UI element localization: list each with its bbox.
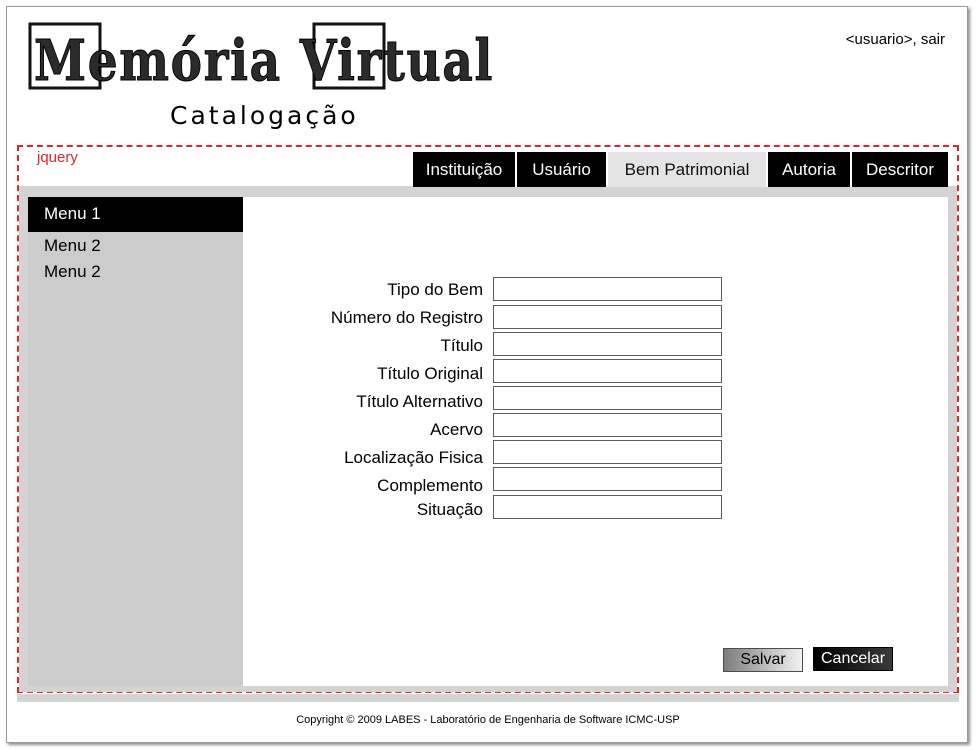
field-label-titulo-alternativo: Título Alternativo bbox=[356, 392, 483, 411]
numero-do-registro-input[interactable] bbox=[493, 305, 722, 329]
user-logout-link[interactable]: <usuario>, sair bbox=[846, 31, 945, 48]
field-label-complemento: Complemento bbox=[377, 476, 483, 495]
bottom-divider-bar bbox=[17, 694, 959, 702]
field-label-acervo: Acervo bbox=[430, 420, 483, 439]
field-label-numero-do-registro: Número do Registro bbox=[330, 308, 483, 327]
field-label-titulo-original: Título Original bbox=[377, 364, 483, 383]
footer-copyright: Copyright © 2009 LABES - Laboratório de … bbox=[296, 714, 680, 726]
region-annotation-label: jquery bbox=[37, 149, 78, 166]
tab-autoria[interactable]: Autoria bbox=[768, 152, 852, 187]
titulo-input[interactable] bbox=[493, 332, 722, 356]
tipo-do-bem-input[interactable] bbox=[493, 277, 722, 301]
field-label-titulo: Título bbox=[440, 336, 483, 355]
tab-descritor[interactable]: Descritor bbox=[852, 152, 948, 187]
titulo-alternativo-input[interactable] bbox=[493, 386, 722, 410]
main-tabs: Instituição Usuário Bem Patrimonial Auto… bbox=[413, 152, 948, 187]
tab-bem-patrimonial[interactable]: Bem Patrimonial bbox=[608, 152, 768, 187]
localizacao-fisica-input[interactable] bbox=[493, 440, 722, 464]
titulo-original-input[interactable] bbox=[493, 359, 722, 383]
tab-usuario[interactable]: Usuário bbox=[517, 152, 608, 187]
field-label-situacao: Situação bbox=[416, 500, 483, 519]
sidebar-item-menu-2[interactable]: Menu 2 bbox=[44, 236, 101, 256]
acervo-input[interactable] bbox=[493, 413, 722, 437]
save-button[interactable]: Salvar bbox=[723, 648, 803, 672]
situacao-input[interactable] bbox=[493, 495, 722, 519]
field-label-localizacao-fisica: Localização Fisica bbox=[344, 448, 483, 467]
sidebar-item-menu-1[interactable]: Menu 1 bbox=[28, 197, 243, 232]
sidebar-item-menu-2b[interactable]: Menu 2 bbox=[44, 262, 101, 282]
field-label-tipo-do-bem: Tipo do Bem bbox=[387, 280, 483, 299]
tab-bar-background bbox=[19, 186, 957, 196]
cancel-button[interactable]: Cancelar bbox=[813, 647, 893, 671]
complemento-input[interactable] bbox=[493, 467, 722, 491]
form-labels: Tipo do Bem Número do Registro Título Tí… bbox=[303, 0, 483, 751]
